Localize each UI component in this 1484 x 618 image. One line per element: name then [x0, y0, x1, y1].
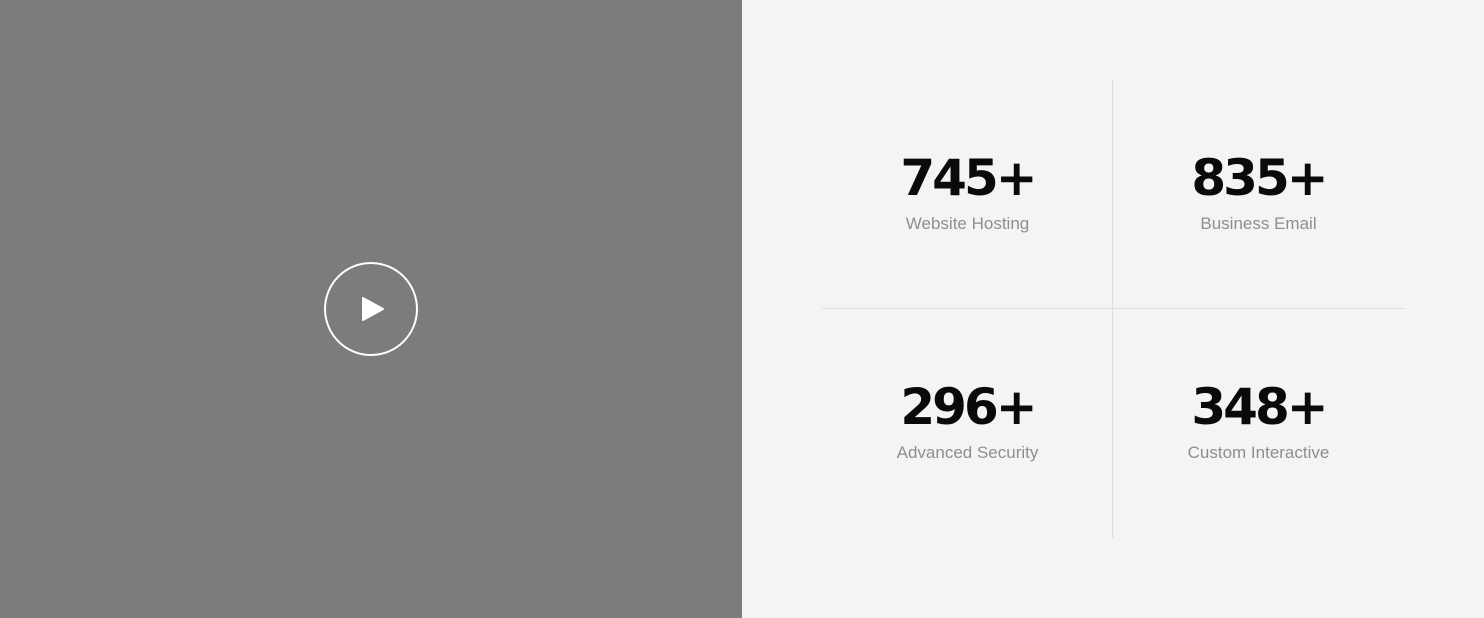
horizontal-divider	[822, 308, 1404, 309]
stat-advanced-security: 296+ Advanced Security	[822, 377, 1113, 463]
play-icon	[362, 297, 384, 321]
stat-label: Business Email	[1200, 214, 1317, 233]
stat-label: Custom Interactive	[1187, 443, 1330, 462]
stat-label: Advanced Security	[896, 443, 1039, 462]
stat-business-email: 835+ Business Email	[1113, 148, 1404, 234]
stats-grid: 745+ Website Hosting 835+ Business Email…	[822, 80, 1404, 538]
stat-value: 296+	[900, 378, 1037, 436]
stat-label: Website Hosting	[905, 214, 1030, 233]
stats-panel: 745+ Website Hosting 835+ Business Email…	[742, 0, 1484, 618]
stat-value: 745+	[900, 149, 1037, 207]
page: 745+ Website Hosting 835+ Business Email…	[0, 0, 1484, 618]
stat-value: 348+	[1191, 378, 1328, 436]
play-video-button[interactable]	[324, 262, 418, 356]
stat-custom-interactive: 348+ Custom Interactive	[1113, 377, 1404, 463]
stat-value: 835+	[1191, 149, 1328, 207]
video-panel	[0, 0, 742, 618]
stat-website-hosting: 745+ Website Hosting	[822, 148, 1113, 234]
